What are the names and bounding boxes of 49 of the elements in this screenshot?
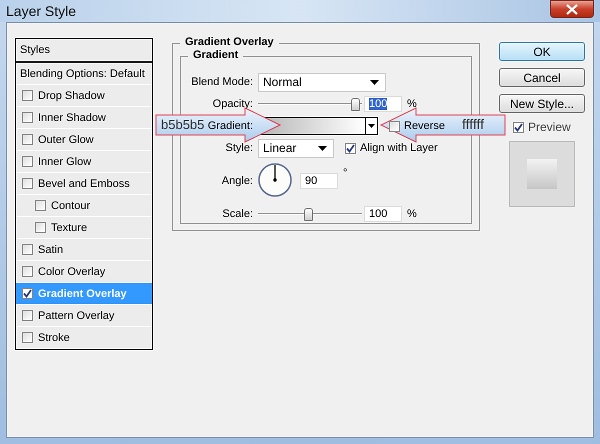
- section-title: Gradient Overlay: [180, 36, 279, 48]
- style-dropdown[interactable]: Linear: [258, 138, 334, 158]
- style-label: Texture: [51, 222, 88, 234]
- checkbox-label: Preview: [528, 120, 571, 134]
- field-label: Gradient:: [208, 120, 253, 132]
- style-label: Bevel and Emboss: [38, 178, 130, 190]
- style-item[interactable]: Bevel and Emboss: [16, 173, 152, 195]
- dialog-button[interactable]: OK: [499, 42, 585, 61]
- style-item[interactable]: Stroke: [16, 327, 152, 349]
- unit-label: %: [407, 208, 417, 220]
- scale-input[interactable]: 100: [364, 206, 402, 222]
- callout-text: b5b5b5: [161, 117, 204, 132]
- style-label: Pattern Overlay: [38, 310, 114, 322]
- checkbox-label: Align with Layer: [360, 142, 438, 154]
- style-item[interactable]: Texture: [16, 217, 152, 239]
- opacity-input[interactable]: 100: [364, 96, 402, 112]
- field-label: Opacity:: [212, 98, 254, 110]
- blending-options-item[interactable]: Blending Options: Default: [16, 63, 152, 85]
- style-label: Inner Shadow: [38, 112, 106, 124]
- field-label: Style:: [224, 142, 254, 154]
- style-label: Satin: [38, 244, 64, 256]
- style-item[interactable]: Outer Glow: [16, 129, 152, 151]
- style-label: Color Overlay: [38, 266, 106, 278]
- style-label: Contour: [51, 200, 90, 212]
- group-title: Gradient: [188, 49, 244, 61]
- callout-text: ffffff: [462, 116, 484, 132]
- field-label: Angle:: [220, 175, 254, 187]
- style-label: Stroke: [38, 332, 70, 344]
- angle-input[interactable]: 90: [300, 173, 338, 189]
- style-item[interactable]: Inner Glow: [16, 151, 152, 173]
- field-label: Blend Mode:: [190, 76, 254, 88]
- style-item[interactable]: Satin: [16, 239, 152, 261]
- dialog-button[interactable]: Cancel: [499, 68, 585, 87]
- style-item[interactable]: Inner Shadow: [16, 107, 152, 129]
- style-item[interactable]: Pattern Overlay: [16, 305, 152, 327]
- blend-mode-dropdown[interactable]: Normal: [258, 72, 386, 92]
- style-label: Outer Glow: [38, 134, 94, 146]
- dialog-button[interactable]: New Style...: [499, 94, 585, 113]
- style-label: Gradient Overlay: [38, 288, 127, 300]
- styles-header[interactable]: Styles: [16, 39, 152, 63]
- unit-label: °: [343, 167, 348, 179]
- style-item[interactable]: Drop Shadow: [16, 85, 152, 107]
- checkbox-label: Reverse: [404, 120, 445, 132]
- style-label: Drop Shadow: [38, 90, 105, 102]
- field-label: Scale:: [221, 208, 254, 220]
- window-title: Layer Style: [6, 3, 76, 19]
- style-label: Inner Glow: [38, 156, 92, 168]
- unit-label: %: [407, 98, 417, 110]
- style-item[interactable]: Contour: [16, 195, 152, 217]
